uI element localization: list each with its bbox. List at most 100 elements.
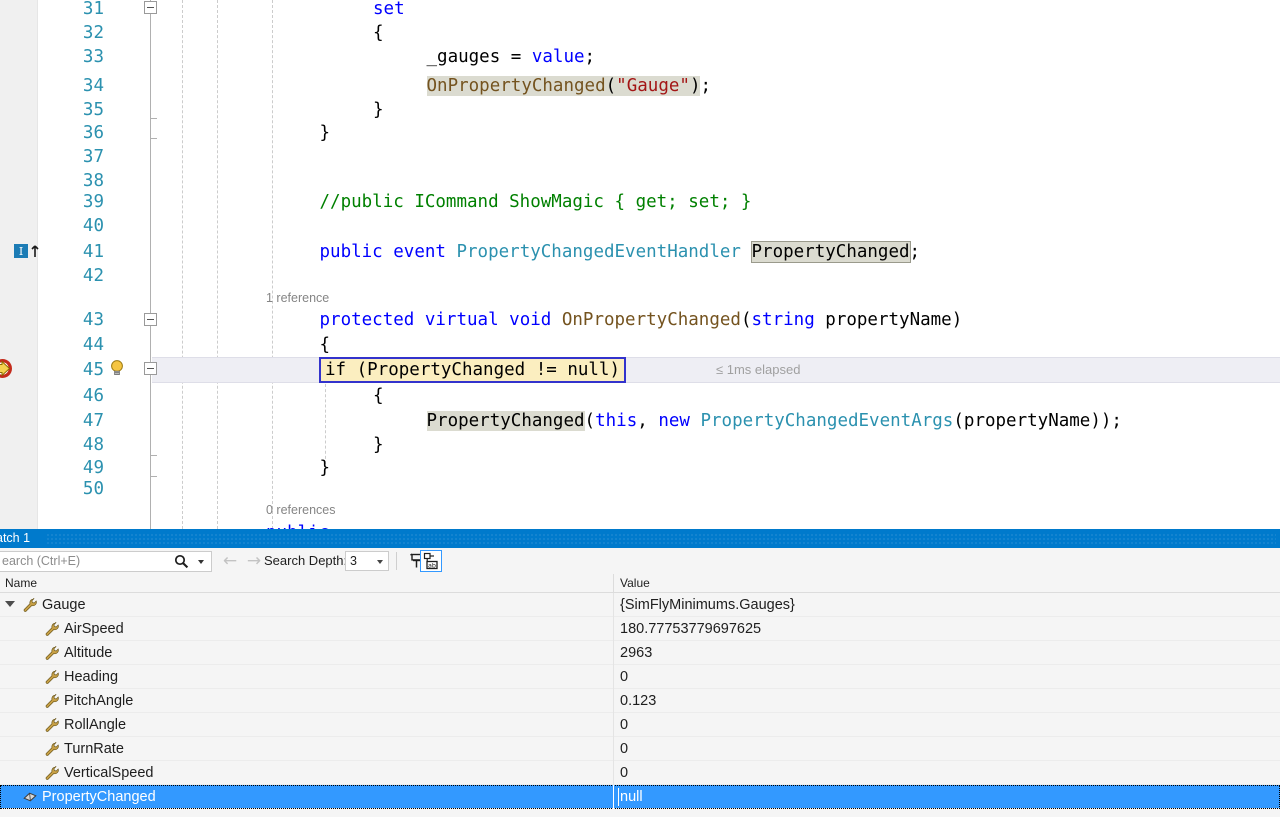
code-token: } — [373, 435, 384, 455]
watch-row-value[interactable]: null — [620, 785, 643, 809]
code-token: } — [373, 100, 384, 120]
code-line[interactable]: _gauges = value; — [427, 45, 596, 69]
watch-row-value[interactable]: 0 — [620, 713, 628, 737]
quick-actions-lightbulb-icon[interactable] — [108, 359, 126, 377]
event-icon — [22, 789, 38, 805]
watch-row-name[interactable]: RollAngle — [64, 713, 126, 737]
line-number: 37 — [82, 147, 104, 167]
code-token: { — [373, 23, 384, 43]
chevron-down-icon[interactable] — [377, 560, 383, 564]
watch-row[interactable]: Altitude 2963 — [0, 641, 1280, 665]
implements-interface-icon[interactable]: I — [14, 243, 42, 259]
watch-row-name[interactable]: VerticalSpeed — [64, 761, 153, 785]
watch-row-name[interactable]: Heading — [64, 665, 118, 689]
code-token: virtual — [424, 310, 510, 330]
row-column-splitter — [613, 665, 614, 689]
watch-row[interactable]: PitchAngle 0.123 — [0, 689, 1280, 713]
watch-row-value[interactable]: 0 — [620, 737, 628, 761]
watch-row-name[interactable]: TurnRate — [64, 737, 124, 761]
property-wrench-icon — [44, 741, 60, 757]
show-raw-values-toggle[interactable]: ab — [420, 550, 442, 572]
watch-row-value[interactable]: 180.77753779697625 — [620, 617, 761, 641]
property-wrench-icon — [44, 717, 60, 733]
watch-row[interactable]: VerticalSpeed 0 — [0, 761, 1280, 785]
code-editor[interactable]: I 31 set 32 {33 _gauges = value; 34 OnProperty… — [0, 0, 1280, 529]
code-line[interactable]: } — [320, 121, 331, 145]
watch-row[interactable]: Heading 0 — [0, 665, 1280, 689]
code-line[interactable]: { — [320, 333, 331, 357]
watch-row-name[interactable]: PitchAngle — [64, 689, 133, 713]
code-line[interactable]: public event PropertyChangedEventHandler… — [320, 240, 921, 264]
code-line[interactable]: PropertyChanged(this, new PropertyChange… — [426, 409, 1122, 433]
watch-rows-container[interactable]: Gauge {SimFlyMinimums.Gauges} AirSpeed 180.… — [0, 593, 1280, 809]
outlining-collapse-box[interactable] — [144, 1, 157, 14]
code-token: PropertyChanged — [426, 411, 585, 431]
search-depth-label: Search Depth: — [264, 553, 348, 568]
search-input[interactable]: earch (Ctrl+E) — [0, 551, 212, 572]
search-next-button[interactable]: → — [244, 552, 264, 570]
search-previous-button[interactable]: ← — [220, 552, 240, 570]
search-icon[interactable] — [174, 554, 189, 569]
code-line[interactable]: protected virtual void OnPropertyChanged… — [320, 308, 963, 332]
column-header-value[interactable]: Value — [620, 574, 650, 593]
line-number: 31 — [82, 0, 104, 19]
codelens-references[interactable]: 0 references — [266, 502, 335, 518]
code-token: //public ICommand ShowMagic { get; set; … — [319, 192, 752, 212]
watch-row-value[interactable]: 0 — [620, 665, 628, 689]
code-token: } — [319, 123, 331, 143]
code-token: , — [637, 411, 659, 431]
search-options-chevron-down-icon[interactable] — [198, 560, 204, 564]
watch-window[interactable]: atch 1 earch (Ctrl+E) ← → Search Depth: … — [0, 529, 1280, 817]
code-line[interactable]: { — [373, 21, 384, 45]
watch-row-value[interactable]: 2963 — [620, 641, 652, 665]
watch-row-value[interactable]: {SimFlyMinimums.Gauges} — [620, 593, 795, 617]
code-token: event — [393, 242, 457, 262]
row-expander-icon[interactable] — [5, 601, 15, 607]
watch-window-titlebar[interactable]: atch 1 — [0, 529, 1280, 548]
code-token: this — [595, 411, 638, 431]
column-header-name[interactable]: Name — [5, 574, 37, 593]
line-number: 50 — [82, 479, 104, 499]
outlining-collapse-box[interactable] — [144, 362, 157, 375]
watch-row[interactable]: AirSpeed 180.77753779697625 — [0, 617, 1280, 641]
watch-row-name[interactable]: Altitude — [64, 641, 112, 665]
code-line[interactable]: } — [373, 433, 384, 457]
line-number: 34 — [82, 76, 104, 96]
outlining-end-tick — [150, 476, 157, 477]
row-column-splitter — [613, 761, 614, 785]
property-wrench-icon — [44, 621, 60, 637]
watch-row[interactable]: TurnRate 0 — [0, 737, 1280, 761]
watch-row-name[interactable]: PropertyChanged — [42, 785, 156, 809]
code-line[interactable]: } — [320, 456, 331, 480]
watch-row-value[interactable]: 0.123 — [620, 689, 656, 713]
code-token: _gauges = — [426, 47, 532, 67]
code-line[interactable]: //public ICommand ShowMagic { get; set; … — [320, 190, 752, 214]
watch-row-name[interactable]: Gauge — [42, 593, 86, 617]
code-token: ) — [689, 76, 701, 96]
row-column-splitter — [613, 713, 614, 737]
outlining-collapse-box[interactable] — [144, 313, 157, 326]
code-line[interactable]: set — [373, 0, 405, 21]
line-number: 47 — [82, 411, 104, 431]
code-line[interactable]: } — [373, 98, 384, 122]
watch-row-name[interactable]: AirSpeed — [64, 617, 124, 641]
code-token: protected — [319, 310, 425, 330]
code-line[interactable]: { — [373, 384, 384, 408]
watch-row[interactable]: RollAngle 0 — [0, 713, 1280, 737]
breakpoint-current-statement-icon[interactable] — [0, 358, 13, 379]
watch-toolbar[interactable]: earch (Ctrl+E) ← → Search Depth: 3 ab — [0, 548, 1280, 574]
search-depth-select[interactable]: 3 — [345, 551, 389, 571]
column-splitter[interactable] — [613, 574, 614, 593]
editor-indicator-margin[interactable] — [0, 0, 38, 529]
watch-window-title: atch 1 — [0, 531, 31, 545]
codelens-references[interactable]: 1 reference — [266, 290, 329, 306]
code-token: ; — [909, 242, 921, 262]
watch-row-value[interactable]: 0 — [620, 761, 628, 785]
watch-row[interactable]: Gauge {SimFlyMinimums.Gauges} — [0, 593, 1280, 617]
line-number: 41 — [82, 242, 104, 262]
code-token: ; — [700, 76, 712, 96]
line-number: 33 — [82, 47, 104, 67]
value-edit-caret — [618, 788, 619, 806]
code-line[interactable]: OnPropertyChanged("Gauge"); — [426, 74, 712, 98]
watch-row[interactable]: PropertyChanged null — [0, 785, 1280, 809]
